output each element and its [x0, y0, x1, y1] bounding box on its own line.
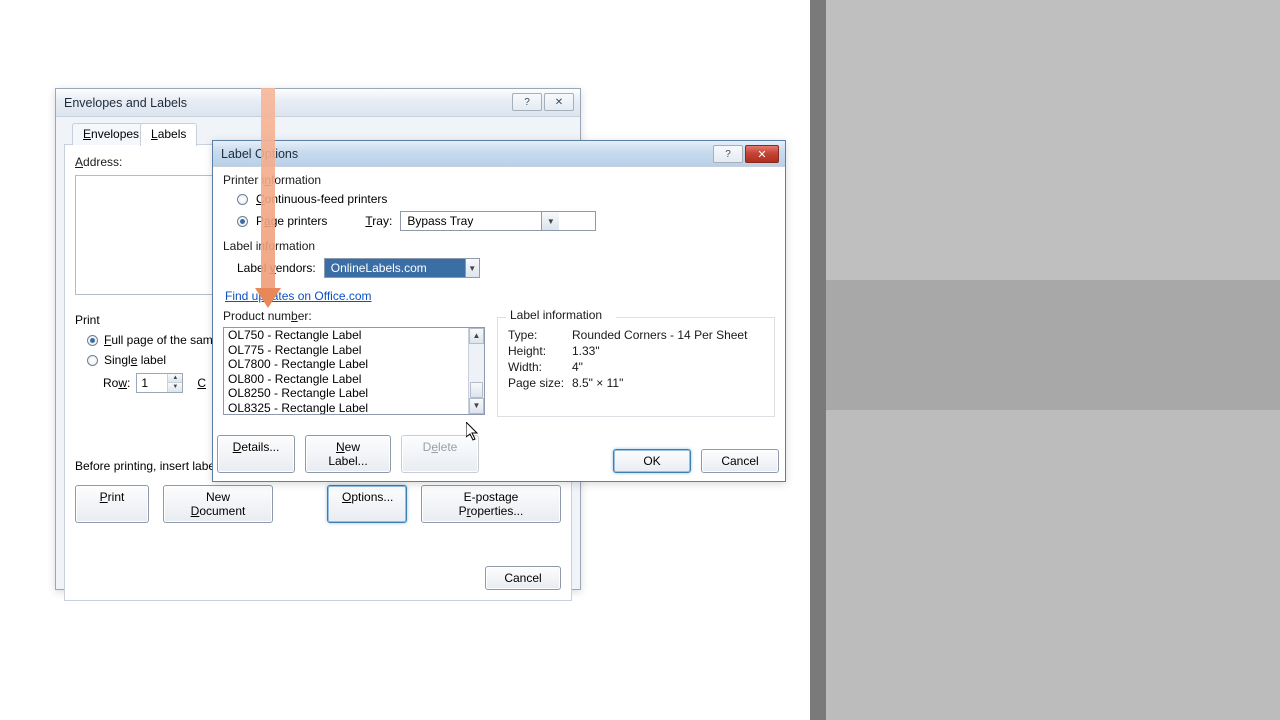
label-info-frame: Label information Type:Rounded Corners -…	[497, 317, 775, 417]
printer-info-label: Printer information	[223, 173, 775, 187]
vendors-combobox[interactable]: OnlineLabels.com ▼	[324, 258, 480, 278]
options-titlebar: Label Options ? ✕	[213, 141, 785, 167]
close-button[interactable]: ✕	[544, 93, 574, 111]
list-item[interactable]: OL8250 - Rectangle Label	[224, 386, 468, 401]
help-button[interactable]: ?	[512, 93, 542, 111]
product-listbox[interactable]: OL750 - Rectangle Label OL775 - Rectangl…	[223, 327, 485, 415]
cancel-button[interactable]: Cancel	[485, 566, 561, 590]
tab-envelopes[interactable]: Envelopes	[72, 123, 150, 145]
info-width-key: Width:	[508, 360, 572, 374]
radio-single-label-text: Single label	[104, 353, 166, 367]
options-body: Printer information Continuous-feed prin…	[213, 167, 785, 481]
col-cutoff-label: C	[197, 376, 206, 390]
new-label-button[interactable]: New Label...	[305, 435, 391, 473]
label-options-dialog: Label Options ? ✕ Printer information Co…	[212, 140, 786, 482]
background-panel-bot	[826, 410, 1280, 720]
list-item[interactable]: OL775 - Rectangle Label	[224, 343, 468, 358]
callout-arrow	[258, 88, 278, 308]
details-button[interactable]: Details...	[217, 435, 295, 473]
row-label: Row:	[103, 376, 130, 390]
mouse-cursor-icon	[466, 422, 480, 442]
scroll-down-icon[interactable]: ▼	[469, 398, 484, 414]
options-help-button[interactable]: ?	[713, 145, 743, 163]
info-pagesize-key: Page size:	[508, 376, 572, 390]
scrollbar-thumb[interactable]	[470, 382, 483, 398]
label-info-heading: Label information	[506, 308, 616, 322]
options-button[interactable]: Options...	[327, 485, 407, 523]
spinner-up-icon[interactable]: ▲	[168, 374, 182, 383]
chevron-down-icon[interactable]: ▼	[541, 212, 559, 230]
label-info-section: Label information	[223, 239, 775, 253]
background-panel-top	[826, 0, 1280, 280]
scroll-up-icon[interactable]: ▲	[469, 328, 484, 344]
radio-full-page-label: Full page of the sam	[104, 333, 213, 347]
list-item[interactable]: OL800 - Rectangle Label	[224, 372, 468, 387]
info-height-val: 1.33"	[572, 344, 600, 358]
epostage-button[interactable]: E-postage Properties...	[421, 485, 561, 523]
row-spinner[interactable]: ▲ ▼	[136, 373, 183, 393]
info-pagesize-val: 8.5" × 11"	[572, 376, 623, 390]
background-divider	[810, 0, 826, 720]
info-width-val: 4"	[572, 360, 583, 374]
radio-continuous-feed[interactable]	[237, 194, 248, 205]
info-type-val: Rounded Corners - 14 Per Sheet	[572, 328, 747, 342]
tab-labels-label: abels	[158, 127, 187, 141]
titlebar: Envelopes and Labels ? ✕	[56, 89, 580, 117]
tab-envelopes-underline: E	[83, 127, 91, 141]
radio-single-label[interactable]	[87, 355, 98, 366]
tray-value: Bypass Tray	[401, 212, 541, 230]
row-input[interactable]	[137, 374, 167, 392]
background-panel-mid	[826, 280, 1280, 410]
product-list-items: OL750 - Rectangle Label OL775 - Rectangl…	[224, 328, 468, 414]
tab-envelopes-label: nvelopes	[91, 127, 139, 141]
print-button[interactable]: Print	[75, 485, 149, 523]
list-item[interactable]: OL8325 - Rectangle Label	[224, 401, 468, 415]
spinner-down-icon[interactable]: ▼	[168, 383, 182, 392]
tray-label: Tray:	[365, 214, 392, 228]
dialog-title: Envelopes and Labels	[64, 96, 187, 110]
scrollbar-track[interactable]	[469, 344, 484, 398]
find-updates-link[interactable]: Find updates on Office.com	[225, 289, 372, 303]
ok-button[interactable]: OK	[613, 449, 691, 473]
radio-page-printers[interactable]	[237, 216, 248, 227]
scrollbar[interactable]: ▲ ▼	[468, 328, 484, 414]
tab-labels-underline: L	[151, 127, 158, 141]
options-close-button[interactable]: ✕	[745, 145, 779, 163]
chevron-down-icon[interactable]: ▼	[465, 259, 479, 277]
product-number-label: Product number:	[223, 309, 485, 323]
radio-full-page[interactable]	[87, 335, 98, 346]
list-item[interactable]: OL7800 - Rectangle Label	[224, 357, 468, 372]
info-type-key: Type:	[508, 328, 572, 342]
new-document-button[interactable]: New Document	[163, 485, 273, 523]
vendors-value: OnlineLabels.com	[325, 259, 465, 277]
tab-labels[interactable]: Labels	[140, 123, 197, 146]
tray-combobox[interactable]: Bypass Tray ▼	[400, 211, 596, 231]
options-cancel-button[interactable]: Cancel	[701, 449, 779, 473]
list-item[interactable]: OL750 - Rectangle Label	[224, 328, 468, 343]
info-height-key: Height:	[508, 344, 572, 358]
